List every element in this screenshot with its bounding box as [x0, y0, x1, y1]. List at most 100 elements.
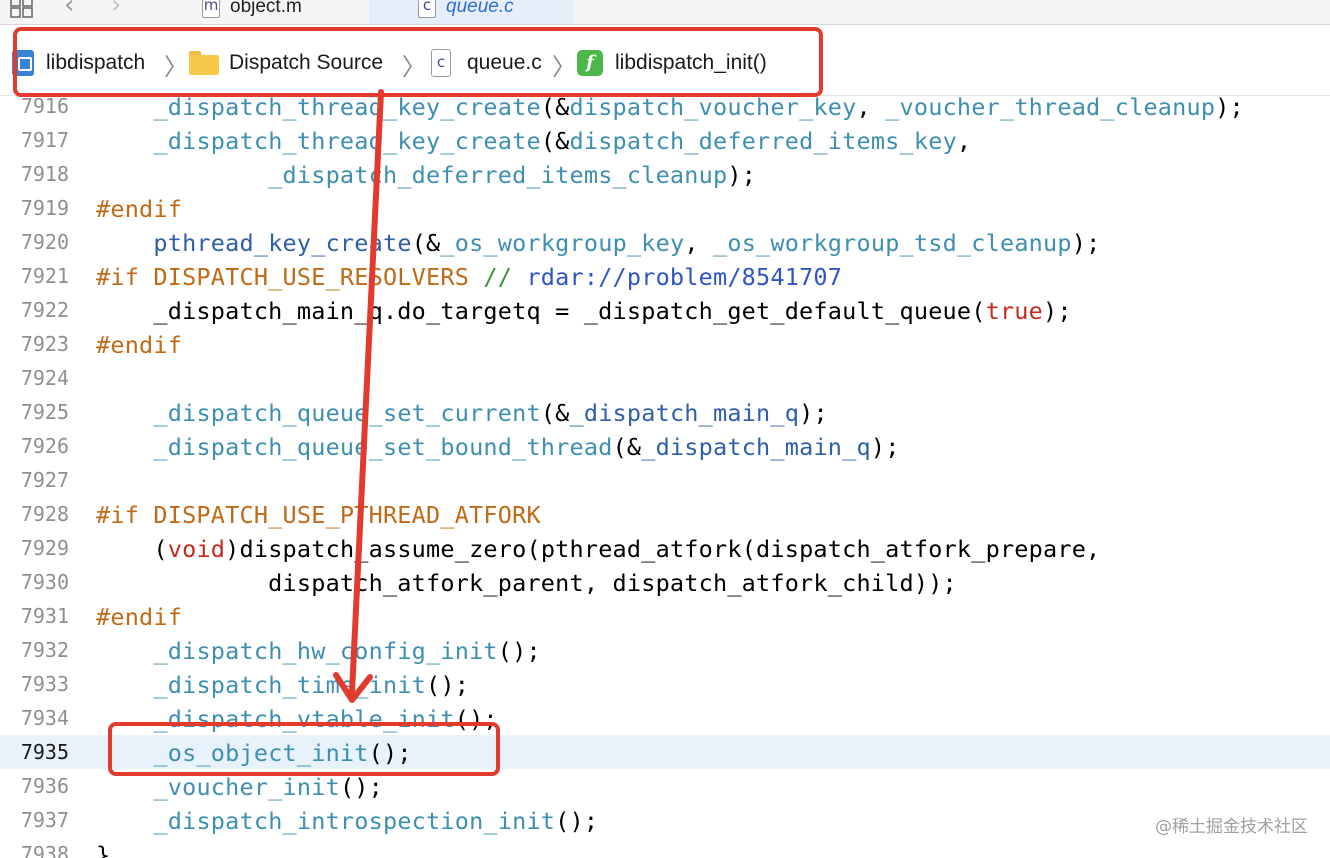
code-line[interactable]: 7926 _dispatch_queue_set_bound_thread(&_… [0, 429, 1330, 463]
line-number: 7918 [20, 162, 69, 186]
line-number: 7922 [20, 298, 69, 322]
code-token: _dispatch_queue_set_bound_thread [153, 433, 613, 461]
code-text: _dispatch_hw_config_init(); [96, 637, 541, 665]
code-token: rdar://problem/8541707 [526, 263, 843, 291]
line-number: 7923 [20, 332, 69, 356]
code-line[interactable]: 7919 #endif [0, 191, 1330, 225]
code-token: dispatch_deferred_items_key [569, 127, 957, 155]
code-line[interactable]: 7932 _dispatch_hw_config_init(); [0, 633, 1330, 667]
code-token: _dispatch_main_q.do_targetq = _dispatch_… [96, 297, 986, 325]
code-token: _dispatch_introspection_init [153, 807, 556, 835]
code-text: _dispatch_deferred_items_cleanup); [96, 161, 756, 189]
code-token: #if DISPATCH_USE_RESOLVERS [96, 263, 484, 291]
code-token: void [167, 535, 226, 563]
code-token: _dispatch_hw_config_init [153, 637, 498, 665]
code-line[interactable]: 7920 pthread_key_create(&_os_workgroup_k… [0, 225, 1330, 259]
code-text: #endif [96, 603, 182, 631]
code-token: _dispatch_deferred_items_cleanup [268, 161, 728, 189]
code-line[interactable]: 7916 _dispatch_thread_key_create(&dispat… [0, 96, 1330, 123]
code-token: ); [727, 161, 757, 189]
code-line[interactable]: 7922 _dispatch_main_q.do_targetq = _disp… [0, 293, 1330, 327]
line-number: 7932 [20, 638, 69, 662]
line-number: 7924 [20, 366, 69, 390]
code-line[interactable]: 7924 [0, 361, 1330, 395]
code-token: #endif [96, 195, 183, 223]
code-token: , [684, 229, 714, 257]
code-token: #endif [96, 331, 183, 359]
line-number: 7927 [20, 468, 69, 492]
code-token: (& [540, 127, 570, 155]
code-text: _dispatch_queue_set_current(&_dispatch_m… [96, 399, 828, 427]
code-token: _dispatch_thread_key_create [153, 127, 541, 155]
code-line[interactable]: 7918 _dispatch_deferred_items_cleanup); [0, 157, 1330, 191]
code-line[interactable]: 7938} [0, 837, 1330, 858]
line-number: 7920 [20, 230, 69, 254]
code-line[interactable]: 7937 _dispatch_introspection_init(); [0, 803, 1330, 837]
code-token: ( [96, 535, 168, 563]
line-number: 7934 [20, 706, 69, 730]
code-token: )dispatch_assume_zero(pthread_atfork(dis… [225, 535, 1101, 563]
code-line[interactable]: 7929 (void)dispatch_assume_zero(pthread_… [0, 531, 1330, 565]
line-number: 7931 [20, 604, 69, 628]
line-number: 7938 [20, 842, 69, 858]
code-token: (); [497, 637, 541, 665]
code-text: #if DISPATCH_USE_PTHREAD_ATFORK [96, 501, 541, 529]
code-line[interactable]: 7933 _dispatch_time_init(); [0, 667, 1330, 701]
code-line[interactable]: 7928 #if DISPATCH_USE_PTHREAD_ATFORK [0, 497, 1330, 531]
line-number: 7933 [20, 672, 69, 696]
line-number: 7919 [20, 196, 69, 220]
objc-file-icon: m [202, 0, 220, 18]
line-number: 7925 [20, 400, 69, 424]
code-text: } [96, 841, 110, 858]
code-text: #endif [96, 331, 182, 359]
code-token: ); [1215, 96, 1244, 121]
code-line[interactable]: 7930 dispatch_atfork_parent, dispatch_at… [0, 565, 1330, 599]
code-text: #endif [96, 195, 182, 223]
line-number: 7921 [20, 264, 69, 288]
code-token: ); [799, 399, 828, 427]
code-token: dispatch_voucher_key [569, 96, 857, 121]
code-text: pthread_key_create(&_os_workgroup_key, _… [96, 229, 1100, 257]
code-line[interactable]: 7921 #if DISPATCH_USE_RESOLVERS // rdar:/… [0, 259, 1330, 293]
code-text: _dispatch_thread_key_create(&dispatch_vo… [96, 96, 1244, 121]
tab-object-m[interactable]: m object.m [190, 0, 366, 24]
code-token: (& [540, 96, 570, 121]
code-token: (); [555, 807, 599, 835]
code-line[interactable]: 7925 _dispatch_queue_set_current(&_dispa… [0, 395, 1330, 429]
forward-button[interactable]: › [111, 0, 121, 20]
code-token: _dispatch_main_q [641, 433, 871, 461]
code-line[interactable]: 7917 _dispatch_thread_key_create(&dispat… [0, 123, 1330, 157]
line-number: 7935 [20, 740, 69, 764]
code-token: (); [339, 773, 383, 801]
current-line-highlight-box [108, 722, 500, 776]
line-number: 7930 [20, 570, 69, 594]
code-line[interactable]: 7923 #endif [0, 327, 1330, 361]
code-token: ); [1071, 229, 1101, 257]
line-number: 7937 [20, 808, 69, 832]
code-token: ); [1043, 297, 1072, 325]
code-token: #endif [96, 603, 183, 631]
related-items-icon[interactable] [10, 0, 36, 23]
code-token: ); [870, 433, 900, 461]
code-token: } [96, 841, 111, 858]
tab-bar: ‹ › m object.m c queue.c [0, 0, 1330, 25]
code-line[interactable]: 7927 [0, 463, 1330, 497]
code-token: pthread_key_create [153, 229, 412, 257]
code-token: (& [612, 433, 642, 461]
code-line[interactable]: 7931 #endif [0, 599, 1330, 633]
code-text: dispatch_atfork_parent, dispatch_atfork_… [96, 569, 957, 597]
line-number: 7916 [20, 96, 69, 118]
code-token: _voucher_init [153, 773, 340, 801]
tab-label: object.m [230, 0, 302, 17]
back-button[interactable]: ‹ [64, 0, 74, 20]
tab-queue-c[interactable]: c queue.c [369, 0, 574, 24]
breadcrumb-highlight-box [13, 27, 823, 97]
